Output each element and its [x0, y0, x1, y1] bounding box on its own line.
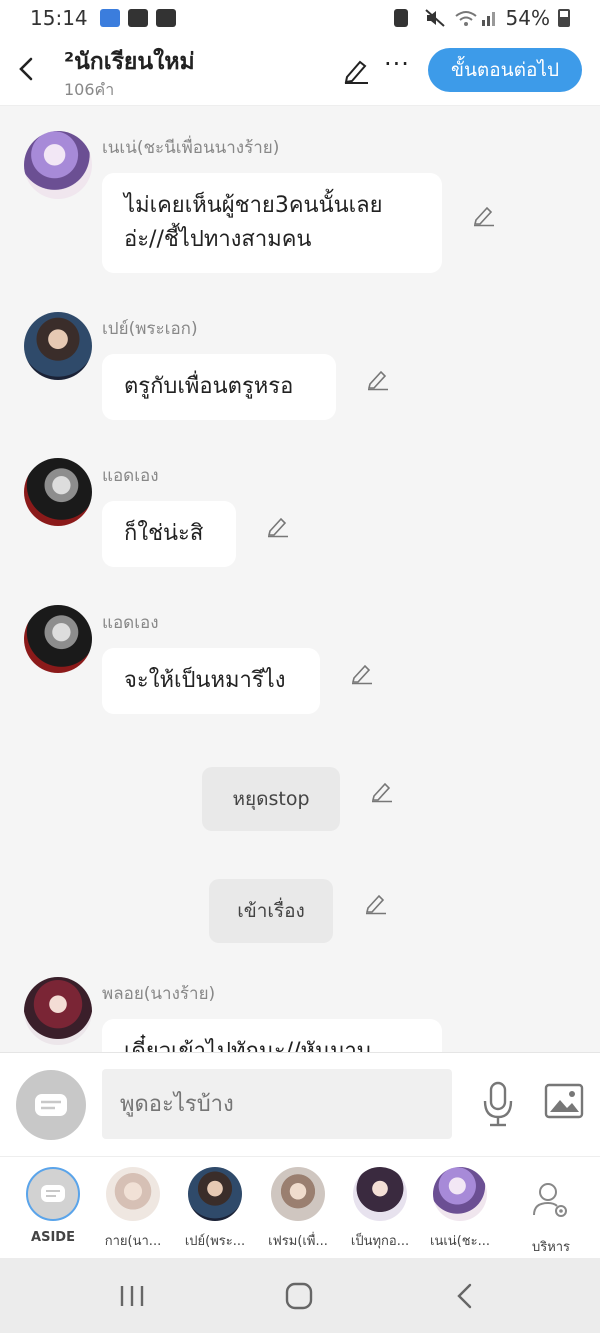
manage-label: บริหาร [531, 1240, 571, 1255]
speaker-name: เนเน่(ชะนีเพื่อนนางร้าย) [102, 138, 280, 158]
avatar-nene[interactable] [24, 131, 92, 199]
word-count: 106คำ [64, 80, 115, 99]
chat-bubble-icon [35, 1094, 67, 1116]
character-strip: ASIDE กาย(นา... เปย์(พระ... เฟรม(เพื่...… [0, 1156, 600, 1258]
microphone-icon[interactable] [480, 1081, 516, 1127]
avatar-pey[interactable] [24, 312, 92, 380]
home-icon[interactable] [283, 1280, 315, 1312]
character-label: เฟรม(เพื่... [268, 1234, 328, 1249]
edit-message-icon[interactable] [366, 367, 390, 391]
character-nene[interactable]: เนเน่(ชะ... [424, 1167, 496, 1251]
message-line: ก็ใช่น่ะสิ [124, 521, 204, 546]
speaker-name: พลอย(นางร้าย) [102, 984, 216, 1004]
chat-bubble-icon [41, 1185, 65, 1202]
back-nav-icon[interactable] [450, 1280, 482, 1312]
alarm-icon [393, 9, 408, 27]
top-bar: ²นักเรียนใหม่ 106คำ ··· ขั้นตอนต่อไป [0, 36, 600, 106]
battery-icon [558, 9, 570, 27]
aside-bubble[interactable]: เข้าเรื่อง [209, 879, 333, 943]
message-line: เดี๋ยวเข้าไปทักนะ//หันมาบ [124, 1039, 371, 1052]
character-avatar [353, 1167, 407, 1221]
character-aside[interactable]: ASIDE [17, 1167, 89, 1245]
speaker-name: แอดเอง [102, 466, 159, 486]
message-bubble[interactable]: ก็ใช่น่ะสิ [102, 501, 236, 567]
system-nav-bar [0, 1258, 600, 1333]
message-input[interactable] [102, 1069, 452, 1139]
avatar-ploy[interactable] [24, 977, 92, 1045]
chat-mode-button[interactable] [16, 1070, 86, 1140]
character-label: เปย์(พระ... [184, 1234, 246, 1249]
gallery-notification-icon [127, 9, 148, 27]
avatar-admin[interactable] [24, 458, 92, 526]
character-label: กาย(นา... [104, 1234, 162, 1249]
message-bubble[interactable]: ตรูกับเพื่อนตรูหรอ [102, 354, 336, 420]
compose-bar [0, 1052, 600, 1156]
user-settings-icon [533, 1183, 567, 1217]
avatar-admin[interactable] [24, 605, 92, 673]
recent-apps-icon[interactable] [116, 1280, 148, 1312]
message-line: อ่ะ//ชี้ไปทางสามคน [124, 227, 312, 252]
more-options-button[interactable]: ··· [384, 50, 410, 78]
status-right: 54% [393, 6, 570, 30]
character-guy[interactable]: กาย(นา... [97, 1167, 169, 1251]
back-icon[interactable] [12, 54, 42, 84]
message-bubble[interactable]: ไม่เคยเห็นผู้ชาย3คนนั้นเลย อ่ะ//ชี้ไปทาง… [102, 173, 442, 273]
aside-bubble[interactable]: หยุดstop [202, 767, 340, 831]
character-label: เป็นทุกอ... [350, 1234, 410, 1249]
character-pey[interactable]: เปย์(พระ... [179, 1167, 251, 1251]
edit-message-icon[interactable] [350, 661, 374, 685]
message-line: ไม่เคยเห็นผู้ชาย3คนนั้นเลย [124, 193, 383, 218]
edit-title-icon[interactable] [342, 56, 370, 84]
battery-percent: 54% [505, 6, 550, 30]
character-frame[interactable]: เฟรม(เพื่... [262, 1167, 334, 1251]
character-avatar [271, 1167, 325, 1221]
message-bubble[interactable]: เดี๋ยวเข้าไปทักนะ//หันมาบ [102, 1019, 442, 1052]
edit-message-icon[interactable] [364, 891, 388, 915]
character-label: เนเน่(ชะ... [430, 1234, 490, 1249]
story-title: ²นักเรียนใหม่ [64, 49, 195, 75]
status-time: 15:14 [30, 6, 88, 30]
message-bubble[interactable]: จะให้เป็นหมารึไง [102, 648, 320, 714]
character-avatar [188, 1167, 242, 1221]
status-bar: 15:14 54% [0, 0, 600, 36]
chat-editor-screen: 15:14 54% ²นักเรียนใหม่ 106คำ ··· ขั้นตอ… [0, 0, 600, 1333]
character-avatar [433, 1167, 487, 1221]
speaker-name: เปย์(พระเอก) [102, 319, 198, 339]
message-line: ตรูกับเพื่อนตรูหรอ [124, 374, 294, 399]
mute-icon [424, 9, 445, 27]
signal-icon [454, 11, 495, 26]
edit-message-icon[interactable] [472, 203, 496, 227]
message-notification-icon [155, 9, 176, 27]
message-line: จะให้เป็นหมารึไง [124, 668, 286, 693]
speaker-name: แอดเอง [102, 613, 159, 633]
manage-characters-button[interactable]: บริหาร [524, 1179, 578, 1257]
character-avatar [106, 1167, 160, 1221]
edit-message-icon[interactable] [370, 779, 394, 803]
character-4[interactable]: เป็นทุกอ... [344, 1167, 416, 1251]
aside-avatar [26, 1167, 80, 1221]
character-label: ASIDE [31, 1230, 75, 1245]
image-icon[interactable] [544, 1083, 584, 1119]
next-step-button[interactable]: ขั้นตอนต่อไป [428, 48, 582, 92]
app-notification-icon [99, 9, 120, 27]
edit-message-icon[interactable] [266, 514, 290, 538]
chat-area[interactable]: เนเน่(ชะนีเพื่อนนางร้าย) ไม่เคยเห็นผู้ชา… [0, 107, 600, 1052]
